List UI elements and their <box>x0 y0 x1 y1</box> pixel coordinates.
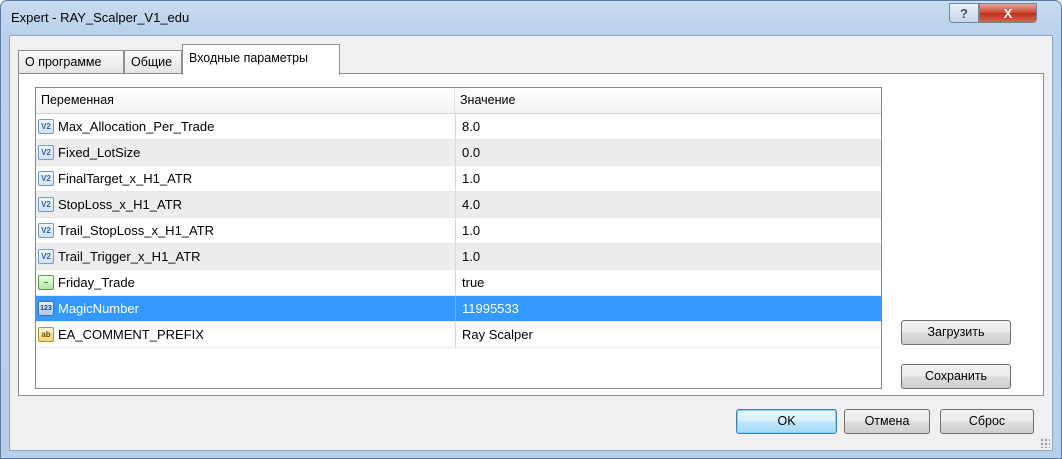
table-row[interactable]: V2 StopLoss_x_H1_ATR 4.0 <box>36 192 881 218</box>
parameter-value[interactable]: 1.0 <box>455 244 881 269</box>
ok-button[interactable]: OK <box>736 409 837 434</box>
parameter-name: Max_Allocation_Per_Trade <box>58 119 215 134</box>
tab-panel-input-parameters: Переменная Значение V2 Max_Allocation_Pe… <box>18 73 1044 396</box>
table-row[interactable]: ab EA_COMMENT_PREFIX Ray Scalper <box>36 322 881 348</box>
help-icon: ? <box>960 5 968 21</box>
expert-dialog-window: Expert - RAY_Scalper_V1_edu ? X О програ… <box>0 0 1062 459</box>
parameter-name: FinalTarget_x_H1_ATR <box>58 171 193 186</box>
tab-about[interactable]: О программе <box>18 50 124 74</box>
table-row[interactable]: V2 FinalTarget_x_H1_ATR 1.0 <box>36 166 881 192</box>
parameter-value[interactable]: 4.0 <box>455 192 881 217</box>
parameter-name: EA_COMMENT_PREFIX <box>58 327 204 342</box>
reset-button[interactable]: Сброс <box>940 409 1034 434</box>
load-button[interactable]: Загрузить <box>901 320 1011 345</box>
column-header-value[interactable]: Значение <box>455 88 881 113</box>
parameter-name: Fixed_LotSize <box>58 145 141 160</box>
parameter-value[interactable]: true <box>455 270 881 295</box>
save-button[interactable]: Сохранить <box>901 364 1011 389</box>
parameter-name: Trail_Trigger_x_H1_ATR <box>58 249 201 264</box>
parameter-name: Friday_Trade <box>58 275 135 290</box>
grid-header: Переменная Значение <box>36 88 881 114</box>
parameter-value[interactable]: 1.0 <box>455 218 881 243</box>
window-title: Expert - RAY_Scalper_V1_edu <box>11 10 190 25</box>
parameter-value[interactable]: Ray Scalper <box>455 322 881 347</box>
resize-grip-icon[interactable] <box>1040 438 1050 448</box>
parameter-value[interactable]: 0.0 <box>455 140 881 165</box>
parameters-grid[interactable]: Переменная Значение V2 Max_Allocation_Pe… <box>35 87 882 389</box>
title-bar[interactable]: Expert - RAY_Scalper_V1_edu ? X <box>1 1 1061 35</box>
table-row[interactable]: V2 Max_Allocation_Per_Trade 8.0 <box>36 114 881 140</box>
parameter-value[interactable]: 1.0 <box>455 166 881 191</box>
table-row[interactable]: V2 Fixed_LotSize 0.0 <box>36 140 881 166</box>
cancel-button[interactable]: Отмена <box>844 409 930 434</box>
table-row[interactable]: ~ Friday_Trade true <box>36 270 881 296</box>
table-row[interactable]: V2 Trail_StopLoss_x_H1_ATR 1.0 <box>36 218 881 244</box>
column-header-variable[interactable]: Переменная <box>36 88 455 113</box>
help-button[interactable]: ? <box>949 3 979 23</box>
tab-common[interactable]: Общие <box>124 50 182 74</box>
dialog-client-area: О программе Общие Входные параметры Пере… <box>9 35 1053 451</box>
table-row[interactable]: V2 Trail_Trigger_x_H1_ATR 1.0 <box>36 244 881 270</box>
tab-input-parameters[interactable]: Входные параметры <box>182 44 340 75</box>
parameter-name: MagicNumber <box>58 301 139 316</box>
parameter-name: Trail_StopLoss_x_H1_ATR <box>58 223 215 238</box>
parameter-value[interactable]: 8.0 <box>455 114 881 139</box>
table-row-selected[interactable]: 123 MagicNumber 11995533 <box>36 296 881 322</box>
close-button[interactable]: X <box>979 3 1037 23</box>
parameter-name: StopLoss_x_H1_ATR <box>58 197 183 212</box>
close-icon: X <box>1003 5 1013 21</box>
parameter-value[interactable]: 11995533 <box>455 296 881 321</box>
